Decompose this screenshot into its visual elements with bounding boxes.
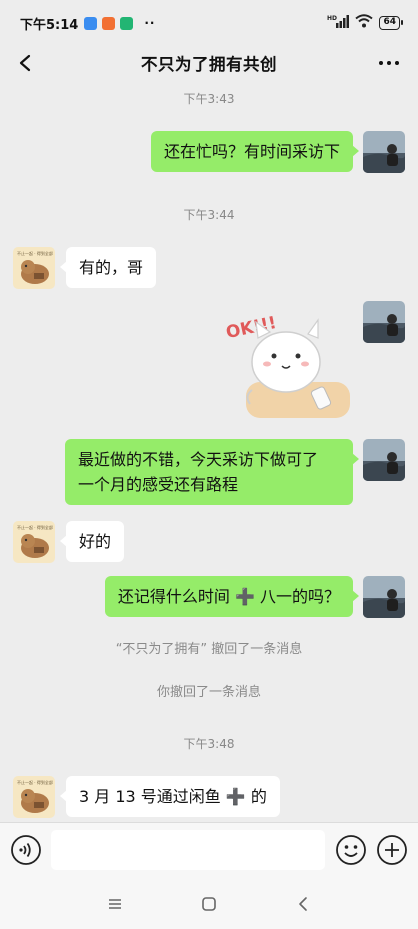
my-avatar[interactable] (363, 131, 405, 173)
avatar-caption: 不止一起 · 得到全部 (17, 524, 53, 530)
my-avatar[interactable] (363, 439, 405, 481)
chat-header: 不只为了拥有共创 (0, 46, 418, 80)
contact-message-bubble[interactable]: 有的，哥 (59, 247, 157, 288)
more-button[interactable] (374, 48, 404, 78)
system-back-button[interactable] (292, 892, 316, 916)
input-bar (0, 822, 418, 878)
green-app-icon (120, 16, 134, 30)
menu-icon (109, 899, 121, 909)
my-message-bubble[interactable]: 最近做的不错，今天采访下做可了 一个月的感受还有路程 (65, 439, 359, 505)
avatar-caption: 不止一起 · 得到全部 (17, 779, 53, 785)
status-bar: 下午5:14 ·· HD 64 (0, 0, 418, 46)
emoji-button[interactable] (335, 834, 367, 866)
more-actions-button[interactable] (376, 834, 408, 866)
recall-notice: “不只为了拥有” 撤回了一条消息 (115, 642, 303, 657)
home-square-icon (202, 897, 216, 911)
contact-avatar[interactable]: 不止一起 · 得到全部 (13, 776, 55, 818)
message-line: 最近做的不错，今天采访下做可了 (78, 450, 319, 469)
app-notification-icon (84, 16, 98, 30)
timestamp: 下午3:48 (183, 737, 235, 751)
signal-icon: HD (327, 14, 350, 32)
recall-notice: 你撤回了一条消息 (156, 685, 261, 700)
back-triangle-icon (299, 897, 307, 911)
emoji-icon (336, 835, 366, 865)
battery-indicator: 64 (379, 16, 403, 30)
chevron-left-icon (19, 54, 31, 72)
message-input[interactable] (51, 830, 325, 870)
my-message-bubble[interactable]: 还记得什么时间 ➕ 八一的吗？ (104, 576, 360, 617)
voice-icon (11, 835, 41, 865)
home-button[interactable] (197, 892, 221, 916)
timestamp: 下午3:43 (183, 92, 235, 106)
timestamp: 下午3:44 (183, 208, 235, 222)
network-label: HD (327, 15, 337, 22)
my-message-bubble[interactable]: 还在忙吗？有时间采访下 (150, 131, 360, 172)
sticker-message[interactable]: OK!!! (222, 300, 352, 428)
contact-avatar[interactable]: 不止一起 · 得到全部 (13, 247, 55, 289)
more-notifications-icon: ·· (144, 16, 156, 30)
system-nav-bar (0, 878, 418, 929)
status-time: 下午5:14 (20, 17, 79, 33)
contact-message-bubble[interactable]: 3 月 13 号通过闲鱼 ➕ 的 (60, 776, 280, 817)
my-avatar[interactable] (363, 301, 405, 343)
voice-button[interactable] (10, 834, 42, 866)
avatar-caption: 不止一起 · 得到全部 (17, 250, 53, 256)
more-dots-icon (379, 61, 399, 65)
chat-title: 不只为了拥有共创 (141, 55, 277, 74)
contact-message-bubble[interactable]: 好的 (59, 521, 125, 562)
back-button[interactable] (12, 48, 42, 78)
contact-avatar[interactable]: 不止一起 · 得到全部 (13, 521, 55, 563)
shopping-app-icon (102, 16, 116, 30)
my-avatar[interactable] (363, 576, 405, 618)
plus-circle-icon (377, 835, 407, 865)
recent-apps-button[interactable] (103, 892, 127, 916)
message-line: 一个月的感受还有路程 (78, 475, 239, 494)
wifi-icon (355, 14, 374, 32)
